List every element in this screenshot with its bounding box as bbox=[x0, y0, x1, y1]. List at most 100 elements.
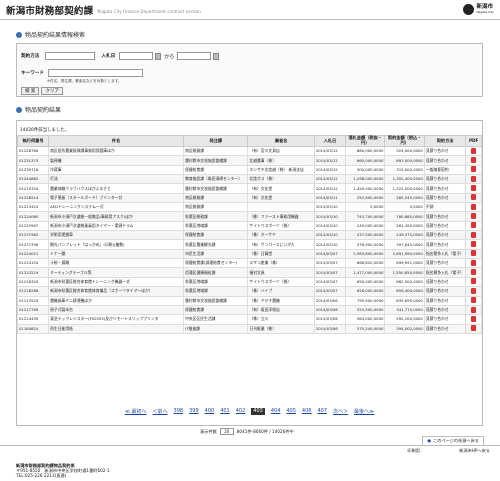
table-row: 01224439 東芝テックレジスター(FS2055)及びリモートスリッププリンタ… bbox=[16, 314, 482, 325]
pdf-icon[interactable] bbox=[471, 166, 477, 173]
pdf-icon[interactable] bbox=[471, 147, 477, 154]
method-cell: 見積り合わせ bbox=[423, 183, 467, 194]
date-to-input[interactable] bbox=[177, 52, 212, 60]
pdf-icon[interactable] bbox=[471, 325, 477, 332]
pager-page[interactable]: 406 bbox=[302, 408, 312, 415]
date-cell: 2014/03/12 bbox=[313, 155, 346, 166]
title-cell[interactable]: 新潟市小須戸次道総乗員用タイマー・電源ドラム bbox=[48, 220, 185, 232]
pdf-icon[interactable] bbox=[471, 259, 477, 266]
pager-page[interactable]: 404 bbox=[271, 408, 281, 415]
title-cell[interactable]: 新潟市秋葉区総合体育館体育備品（スポーツタイマーほか） bbox=[48, 286, 185, 297]
site-header: 新潟市財務部契約課 Niigata City Finance Departmen… bbox=[0, 0, 500, 20]
pdf-icon[interactable] bbox=[471, 231, 477, 238]
keyword-label: キーワード bbox=[21, 71, 44, 76]
method-cell: 見積り合わせ bbox=[423, 192, 467, 204]
title-cell[interactable]: 新潟市小須戸次道総一般備品(事務用アスク)ほか bbox=[48, 211, 185, 222]
id-cell: 01237336 bbox=[16, 239, 50, 250]
home-link[interactable]: 新潟市HPへ戻る bbox=[459, 448, 490, 454]
bullet-icon bbox=[16, 106, 22, 113]
pdf-icon[interactable] bbox=[471, 269, 477, 276]
title-cell[interactable]: 東芝テックレジスター(FS2055)及びリモートスリッププリンタ bbox=[48, 314, 185, 325]
title-cell[interactable]: 再生日能用紙 bbox=[48, 323, 185, 334]
bid-cell: 1,450,000,0000 bbox=[344, 183, 386, 194]
contract-cell: 249,375,0000 bbox=[384, 230, 425, 241]
id-cell: 01239716 bbox=[16, 164, 50, 176]
title-cell[interactable]: 灯油 bbox=[48, 174, 185, 185]
pager-page[interactable]: 403 bbox=[251, 408, 265, 415]
site-subtitle: Niigata City Finance Department contract… bbox=[97, 8, 201, 14]
method-select[interactable] bbox=[45, 52, 96, 60]
pager-first[interactable]: ≪ 最初へ bbox=[125, 408, 147, 415]
title-cell[interactable]: 観光パンフレット「はっかめ」(印刷)(複数) bbox=[48, 239, 185, 250]
pdf-icon[interactable] bbox=[471, 250, 477, 257]
pager-page[interactable]: 399 bbox=[189, 408, 199, 415]
bid-cell: 2,563,800,0000 bbox=[344, 248, 386, 260]
pdf-icon[interactable] bbox=[471, 278, 477, 285]
calendar-to-icon[interactable] bbox=[213, 52, 220, 60]
title-cell[interactable]: AEDトレーニングシステム一式 bbox=[48, 202, 185, 213]
pager-prev[interactable]: ＜前へ bbox=[153, 408, 168, 415]
id-cell: 01219704 bbox=[16, 183, 50, 194]
pdf-cell bbox=[465, 295, 482, 306]
contract-cell: 682,500,0000 bbox=[384, 276, 425, 288]
pager-page[interactable]: 407 bbox=[317, 408, 327, 415]
footer-tel: TEL:025-226-2213(直通) bbox=[16, 473, 67, 478]
contract-cell: 1,352,400,0000 bbox=[384, 174, 425, 185]
title-cell[interactable]: 製冊機 bbox=[48, 155, 185, 166]
title-cell[interactable]: 電子黒板（スタールボード）プリンター付 bbox=[48, 192, 185, 204]
pdf-icon[interactable] bbox=[471, 175, 477, 182]
pdf-icon[interactable] bbox=[471, 222, 477, 229]
pager-page[interactable]: 400 bbox=[205, 408, 215, 415]
pdf-icon[interactable] bbox=[471, 203, 477, 210]
pdf-icon[interactable] bbox=[471, 213, 477, 220]
date-from-input[interactable] bbox=[119, 52, 154, 60]
site-title[interactable]: 新潟市財務部契約課 bbox=[6, 3, 93, 17]
pdf-icon[interactable] bbox=[471, 315, 477, 322]
contract-cell: 341,775,0000 bbox=[384, 304, 425, 316]
id-cell: 01237582 bbox=[16, 230, 50, 241]
pager-next[interactable]: 次へ＞ bbox=[333, 408, 348, 415]
title-cell[interactable]: 冷蔵庫 bbox=[48, 164, 185, 176]
results-panel: 14026件該当しました。 執行伺番号 件名 発注課 業者名 入札日 落札金額（税抜・円）… bbox=[16, 120, 483, 426]
pdf-cell bbox=[465, 211, 482, 222]
arrow-up-icon: ● bbox=[427, 438, 432, 443]
pdf-icon[interactable] bbox=[471, 306, 477, 313]
title-cell[interactable]: トナー類 bbox=[48, 248, 185, 260]
city-logo[interactable]: 新潟市 Niigata City bbox=[463, 4, 494, 15]
title-cell[interactable]: 農機具庫ミニ耕運機ほか bbox=[48, 295, 185, 306]
title-cell[interactable]: 農業体験クラブハウスほかふるさと bbox=[48, 183, 185, 194]
pdf-icon[interactable] bbox=[471, 194, 477, 201]
method-cell: 見積り合わせ bbox=[423, 174, 467, 185]
pdf-icon[interactable] bbox=[471, 185, 477, 192]
bid-cell: 325,500,0000 bbox=[344, 304, 386, 316]
dept-cell: 秋葉区地域課 bbox=[183, 286, 249, 297]
title-cell[interactable]: 汁粉・鍋類 bbox=[48, 258, 185, 269]
search-section-label: 物品契約結果情報検索 bbox=[25, 32, 86, 39]
title-cell[interactable]: 冊子式製本台 bbox=[48, 304, 185, 316]
pdf-icon[interactable] bbox=[471, 297, 477, 304]
pager-page[interactable]: 401 bbox=[220, 408, 230, 415]
calendar-from-icon[interactable] bbox=[155, 52, 162, 60]
title-cell[interactable]: 新潟市秋葉区総合体育館トレーニング機器一式 bbox=[48, 276, 185, 288]
pager-page[interactable]: 402 bbox=[236, 408, 246, 415]
pager-last[interactable]: 最後へ≫ bbox=[354, 408, 374, 415]
pdf-icon[interactable] bbox=[471, 157, 477, 164]
method-cell: 見積り合わせ bbox=[423, 145, 467, 157]
clear-button[interactable]: クリア bbox=[41, 87, 63, 95]
method-cell: 見積り合わせ bbox=[423, 258, 467, 269]
per-page-select[interactable]: 20 bbox=[219, 428, 234, 435]
title-cell[interactable]: 南区役所農業振興課事務用保管庫ほか bbox=[48, 145, 185, 157]
keyword-input[interactable] bbox=[47, 69, 143, 77]
title-cell[interactable]: 学術用運搬車 bbox=[48, 230, 185, 241]
pager-page[interactable]: 405 bbox=[286, 408, 296, 415]
print-link[interactable]: 印刷用 bbox=[407, 448, 420, 454]
pdf-icon[interactable] bbox=[471, 241, 477, 248]
search-button[interactable]: 検 索 bbox=[21, 87, 40, 95]
pager-page[interactable]: 398 bbox=[174, 408, 184, 415]
method-cell: 見積り合わせ bbox=[423, 220, 467, 232]
title-cell[interactable]: ミーティングテーブル等 bbox=[48, 267, 185, 278]
pdf-icon[interactable] bbox=[471, 287, 477, 294]
contract-cell: 394,002,0000 bbox=[384, 323, 425, 334]
bid-cell: 300,000,0000 bbox=[344, 164, 386, 176]
bid-cell: 795,900,0000 bbox=[344, 295, 386, 306]
